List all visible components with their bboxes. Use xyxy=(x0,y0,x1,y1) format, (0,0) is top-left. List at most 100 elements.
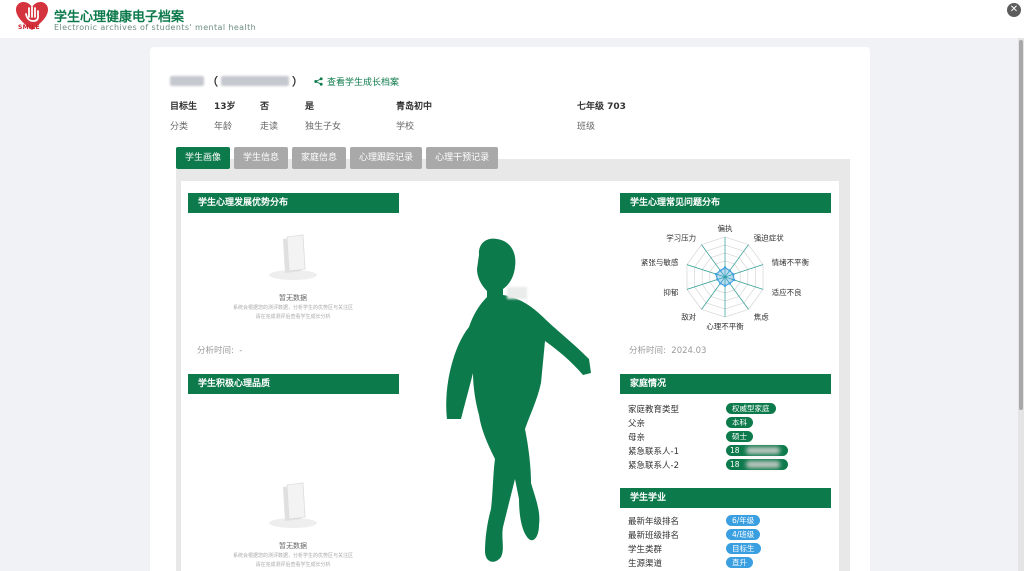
positive-empty-state: 暂无数据 系统会根据您的测评数据，分析学生的优势区与关注区 请在完成测评后查看学… xyxy=(213,479,373,569)
tab-student-portrait[interactable]: 学生画像 xyxy=(176,147,231,169)
tab-psych-intervention[interactable]: 心理干预记录 xyxy=(426,147,499,169)
paren-open: （ xyxy=(207,75,218,88)
radar-value-point xyxy=(723,284,727,287)
study-row-label: 生源渠道 xyxy=(628,559,663,569)
profile-tabs: 学生画像 学生信息 家庭信息 心理跟踪记录 心理干预记录 xyxy=(176,147,499,169)
info-value: 七年级 703 xyxy=(577,102,626,112)
study-row-tag: 直升 xyxy=(726,557,753,568)
problems-panel-header: 学生心理常见问题分布 xyxy=(620,193,831,213)
radar-axis-label: 学习压力 xyxy=(666,232,696,242)
growth-link-label: 查看学生成长档案 xyxy=(327,77,400,88)
info-label: 学校 xyxy=(396,122,415,132)
info-value: 13岁 xyxy=(214,102,236,112)
empty-clipboard-icon xyxy=(269,482,317,528)
radar-axis-label: 敌对 xyxy=(681,312,696,322)
student-id-redacted xyxy=(221,76,289,86)
problems-panel-title: 学生心理常见问题分布 xyxy=(630,198,721,208)
student-portrait-panel: 学生心理发展优势分布 暂无数据 系统会根据您的测评数据，分析学生的优势区与关注区… xyxy=(181,181,839,571)
empty-title: 暂无数据 xyxy=(279,542,307,550)
student-info-grid: 目标生 分类 13岁 年龄 否 走读 是 独生子女 青岛初中 学校 七年级 70… xyxy=(170,99,850,133)
positive-panel-title: 学生积极心理品质 xyxy=(198,379,271,389)
emergency-phone-tag-redacted: 18 xyxy=(726,459,788,470)
student-name-row: （ ） 查看学生成长档案 xyxy=(170,73,399,89)
family-row-label: 母亲 xyxy=(628,433,646,443)
view-growth-archive-link[interactable]: 查看学生成长档案 xyxy=(314,75,399,88)
radar-value-point xyxy=(732,273,735,276)
tab-psych-tracking[interactable]: 心理跟踪记录 xyxy=(350,147,423,169)
info-school: 青岛初中 学校 xyxy=(396,99,432,132)
radar-value-point xyxy=(732,278,736,282)
radar-axis-label: 情绪不平衡 xyxy=(772,257,810,267)
radar-axis-label: 适应不良 xyxy=(772,287,802,297)
radar-axis-label: 紧张与敏感 xyxy=(641,257,679,267)
radar-value-point xyxy=(716,278,719,281)
advantage-empty-state: 暂无数据 系统会根据您的测评数据，分析学生的优势区与关注区 请在完成测评后查看学… xyxy=(213,231,373,321)
info-day-student: 否 走读 xyxy=(260,99,278,132)
radar-axis-label: 强迫症状 xyxy=(754,232,784,242)
family-panel-header: 家庭情况 xyxy=(620,374,831,394)
info-label: 分类 xyxy=(170,122,189,132)
info-value: 目标生 xyxy=(170,102,198,112)
info-label: 独生子女 xyxy=(305,122,342,132)
phone-prefix: 18 xyxy=(730,460,740,469)
emergency-phone-tag-redacted: 18 xyxy=(726,445,788,456)
info-value: 否 xyxy=(260,102,270,112)
student-silhouette-icon xyxy=(446,238,591,562)
family-panel-body: 家庭教育类型 权威型家庭 父亲 本科 母亲 硕士 紧急联系人-1 18 紧急联系… xyxy=(620,399,831,479)
study-row-tag: 4/班级 xyxy=(726,529,761,540)
family-row-label: 父亲 xyxy=(628,419,646,429)
problems-analysis-time: 分析时间: 2024.03 xyxy=(629,344,706,356)
time-label: 分析时间: xyxy=(629,346,666,356)
share-icon xyxy=(314,76,323,86)
study-row-label: 最新班级排名 xyxy=(628,531,680,541)
radar-axis-label: 抑郁 xyxy=(663,287,678,297)
phone-prefix: 18 xyxy=(730,446,740,455)
empty-clipboard-icon xyxy=(269,234,317,280)
empty-desc: 系统会根据您的测评数据，分析学生的优势区与关注区 xyxy=(232,305,353,311)
info-only-child: 是 独生子女 xyxy=(305,99,341,132)
family-row-tag: 权威型家庭 xyxy=(726,403,776,414)
radar-value-area xyxy=(715,266,735,287)
radar-axis-label: 偏执 xyxy=(718,223,733,233)
time-value: 2024.03 xyxy=(671,346,707,356)
study-panel-header: 学生学业 xyxy=(620,488,831,508)
empty-desc: 请在完成测评后查看学生成长分析 xyxy=(255,562,331,568)
info-value: 是 xyxy=(305,102,315,112)
study-row-label: 最新年级排名 xyxy=(628,517,680,527)
app-subtitle: Electronic archives of students' mental … xyxy=(54,23,257,32)
advantage-analysis-time: 分析时间: - xyxy=(197,344,242,356)
study-row-tag: 目标生 xyxy=(726,543,761,554)
radar-value-point xyxy=(723,266,727,269)
info-label: 走读 xyxy=(260,122,279,132)
tab-student-info[interactable]: 学生信息 xyxy=(234,147,289,169)
advantage-panel-title: 学生心理发展优势分布 xyxy=(198,198,289,208)
radar-value-point xyxy=(728,282,731,285)
info-label: 年龄 xyxy=(214,122,233,132)
radar-axis-label: 焦虑 xyxy=(754,312,769,322)
empty-desc: 请在完成测评后查看学生成长分析 xyxy=(255,314,331,320)
tab-content-area: 学生心理发展优势分布 暂无数据 系统会根据您的测评数据，分析学生的优势区与关注区… xyxy=(176,159,850,571)
family-row-label: 家庭教育类型 xyxy=(628,405,680,415)
app-header: SMILE 学生心理健康电子档案 Electronic archives of … xyxy=(0,0,1024,38)
empty-desc: 系统会根据您的测评数据，分析学生的优势区与关注区 xyxy=(232,553,353,559)
time-label: 分析时间: xyxy=(197,346,234,356)
info-class: 七年级 703 班级 xyxy=(577,99,626,132)
radar-value-point xyxy=(728,269,731,272)
student-profile-card: （ ） 查看学生成长档案 目标生 分类 13岁 年龄 否 走读 是 独生子女 青… xyxy=(150,47,870,571)
close-button[interactable]: ✕ xyxy=(1007,3,1021,17)
tab-family-info[interactable]: 家庭信息 xyxy=(292,147,347,169)
study-row-tag: 6/年级 xyxy=(726,515,761,526)
positive-panel-header: 学生积极心理品质 xyxy=(188,374,399,394)
radar-value-point xyxy=(714,272,718,276)
info-label: 班级 xyxy=(577,122,596,132)
radar-value-point xyxy=(719,269,722,272)
radar-axis-label: 心理不平衡 xyxy=(706,321,744,331)
scrollbar-thumb[interactable] xyxy=(1019,40,1023,410)
family-panel-title: 家庭情况 xyxy=(630,379,667,389)
info-value: 青岛初中 xyxy=(396,102,433,112)
radar-value-point xyxy=(719,282,722,285)
empty-title: 暂无数据 xyxy=(279,294,307,302)
time-value: - xyxy=(239,346,243,356)
student-name-redacted xyxy=(170,76,204,86)
blurred-overlay xyxy=(507,287,527,299)
